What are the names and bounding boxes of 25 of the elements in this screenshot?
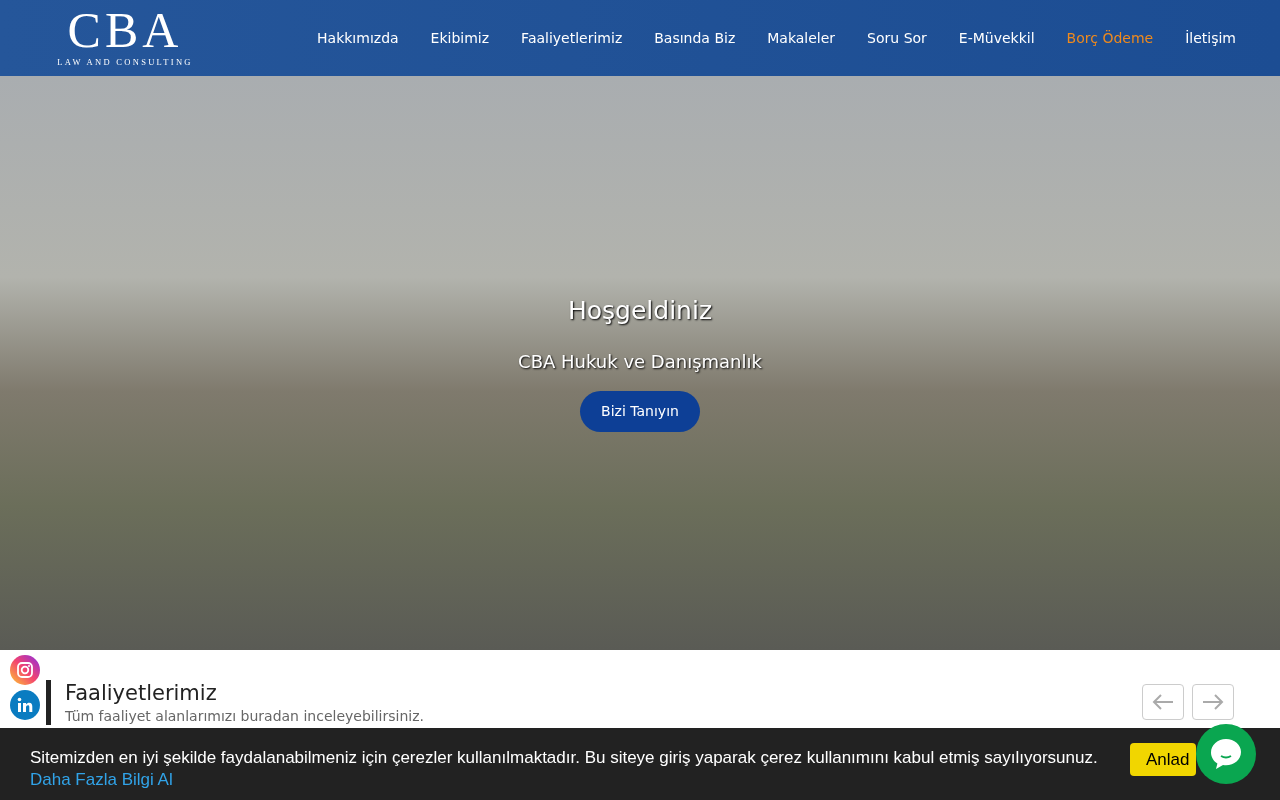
nav-link[interactable]: Ekibimiz xyxy=(430,27,490,49)
section-subtitle: Tüm faaliyet alanlarımızı buradan inceleyebilirsiniz. xyxy=(65,708,424,725)
about-us-button[interactable]: Bizi Tanıyın xyxy=(580,390,700,432)
nav-link[interactable]: Basında Biz xyxy=(654,27,736,49)
nav-link[interactable]: Hakkımızda xyxy=(317,27,399,49)
instagram-icon[interactable] xyxy=(10,655,40,685)
nav-link[interactable]: Faaliyetlerimiz xyxy=(521,27,623,49)
linkedin-icon[interactable] xyxy=(10,690,40,720)
section-title: Faaliyetlerimiz xyxy=(65,680,218,706)
right-arrow-icon xyxy=(1202,694,1224,710)
nav-link[interactable]: E-Müvekkil xyxy=(958,27,1035,49)
nav-link[interactable]: Soru Sor xyxy=(867,27,927,49)
chat-bubble-icon xyxy=(1209,737,1243,771)
nav-link[interactable]: Makaleler xyxy=(767,27,836,49)
hero-title: Hoşgeldiniz xyxy=(567,295,712,327)
hero-subtitle: CBA Hukuk ve Danışmanlık xyxy=(518,349,762,374)
cookie-message: Sitemizden en iyi şekilde faydalanabilmeniz için çerezler kullanılmaktadır. Bu siteye giriş yaparak çerez kullanımını kabul etmiş sayılıyorsunuz. xyxy=(30,748,1098,767)
previous-button[interactable] xyxy=(1142,684,1184,720)
nav-link[interactable]: İletişim xyxy=(1185,27,1236,49)
more-info-link[interactable]: Daha Fazla Bilgi Al xyxy=(30,770,173,789)
left-arrow-icon xyxy=(1152,694,1174,710)
logo-tagline: LAW AND CONSULTING xyxy=(57,55,193,69)
next-button[interactable] xyxy=(1192,684,1234,720)
logo-letters[interactable]: CBA xyxy=(67,7,183,52)
accept-button[interactable]: Anlad xyxy=(1130,743,1196,776)
